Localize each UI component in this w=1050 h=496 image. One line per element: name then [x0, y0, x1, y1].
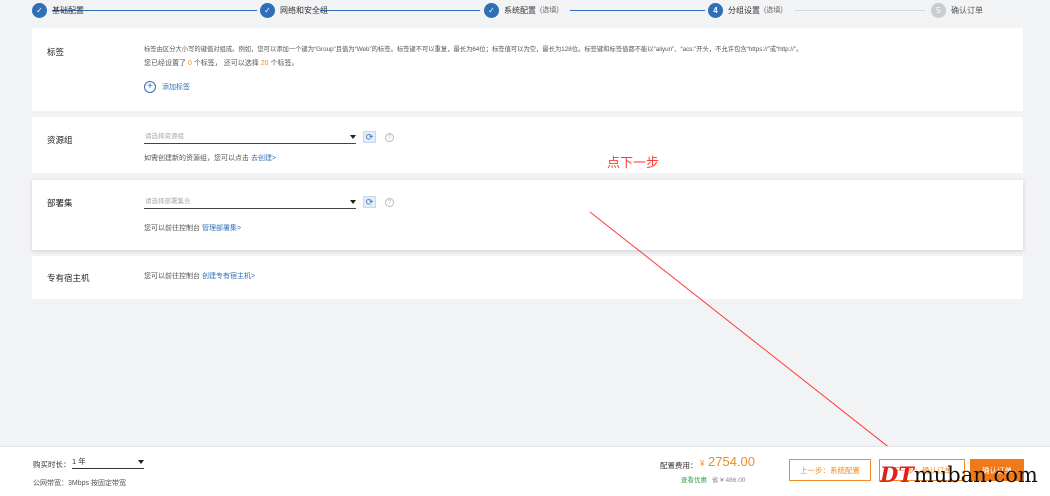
buy-duration-select[interactable]: 1 年 — [72, 455, 144, 469]
caret-down-icon — [138, 460, 144, 464]
watermark-text: muban.com — [913, 463, 1038, 487]
discount-info: 查看优惠 省 ¥ 486.00 — [681, 474, 745, 484]
bandwidth-info: 公网带宽：3Mbps 按固定带宽 — [33, 480, 126, 487]
discount-link[interactable]: 查看优惠 — [681, 477, 707, 484]
watermark: DTmuban.com — [880, 462, 1038, 487]
cost-label: 配置费用： — [660, 461, 698, 470]
savings-amount: 省 ¥ 486.00 — [711, 477, 746, 484]
cost-currency: ¥ — [700, 459, 705, 468]
cost-value: 2754.00 — [708, 454, 755, 469]
buy-duration-label: 购买时长： — [33, 460, 71, 469]
buy-duration-value: 1 年 — [72, 457, 86, 466]
watermark-dt: DT — [880, 462, 914, 487]
prev-step-button[interactable]: 上一步：系统配置 — [789, 459, 871, 481]
annotation-arrow-icon — [589, 211, 906, 461]
